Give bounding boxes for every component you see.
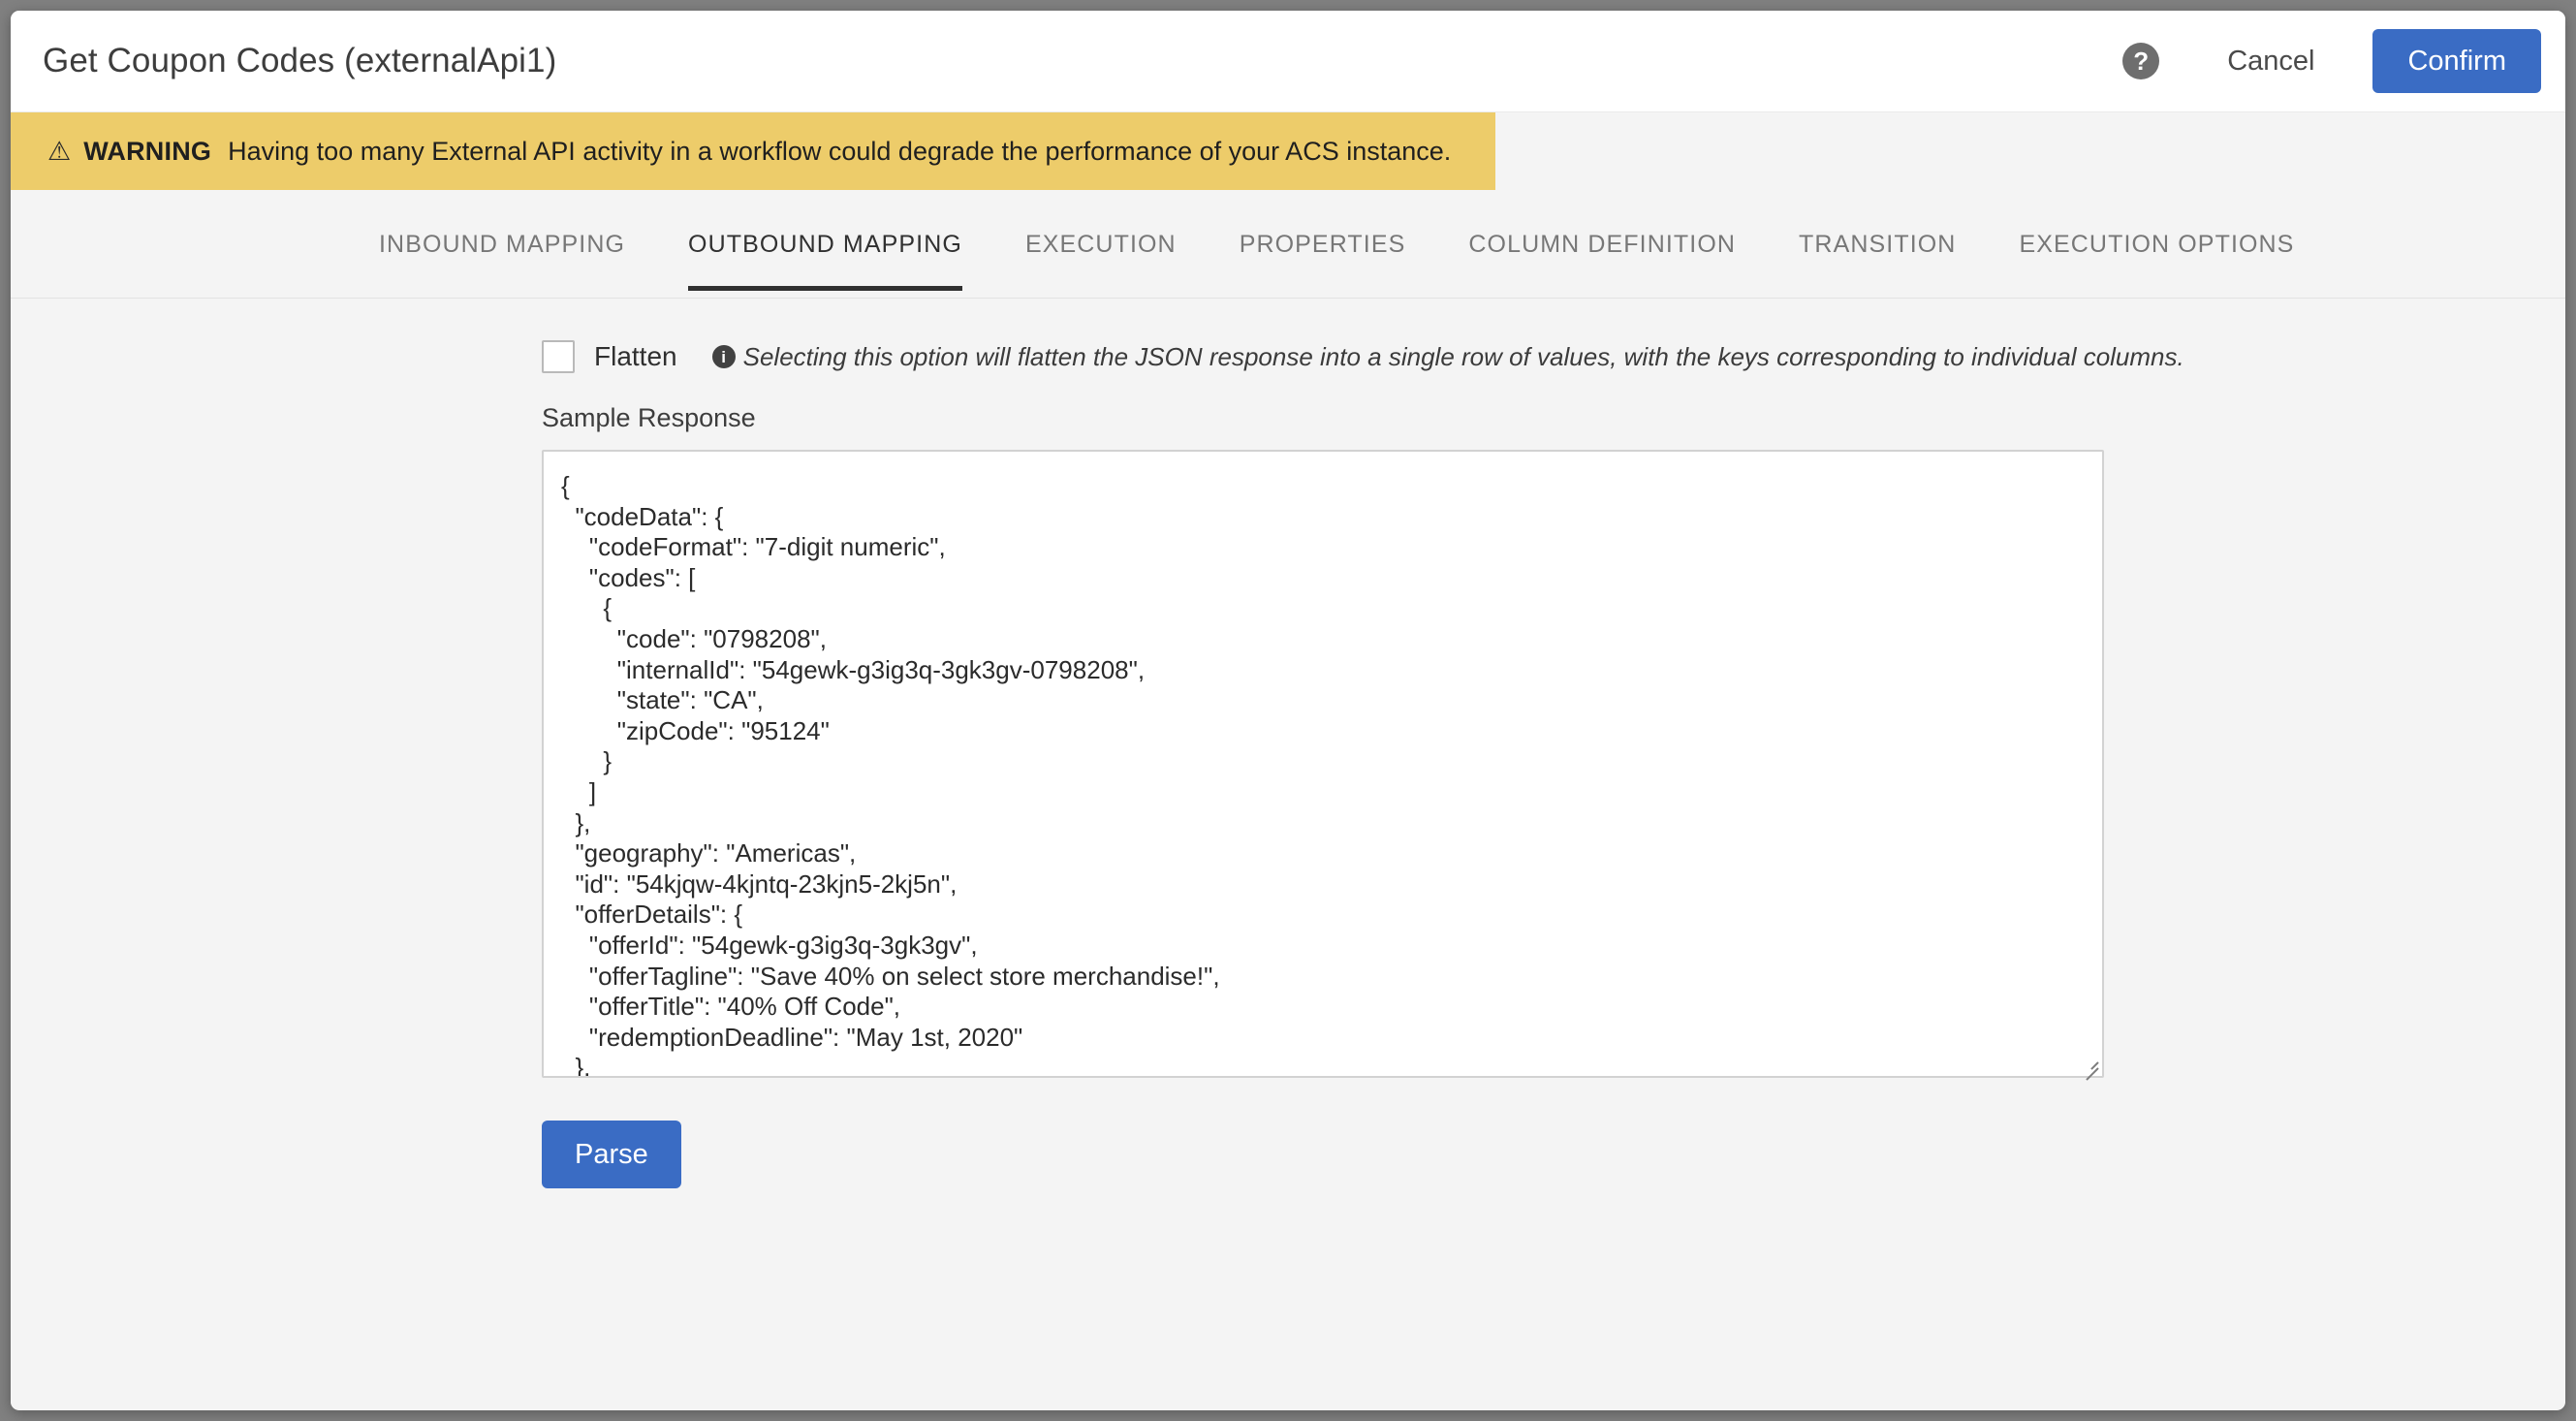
- parse-button[interactable]: Parse: [542, 1121, 681, 1188]
- flatten-checkbox[interactable]: [542, 340, 575, 373]
- tab-transition[interactable]: TRANSITION: [1799, 198, 1956, 290]
- sample-response-textarea[interactable]: { "codeData": { "codeFormat": "7-digit n…: [542, 450, 2104, 1078]
- external-api-modal: Get Coupon Codes (externalApi1) ? Cancel…: [11, 11, 2565, 1410]
- titlebar-actions: ? Cancel Confirm: [2122, 29, 2541, 93]
- tab-execution-options[interactable]: EXECUTION OPTIONS: [2019, 198, 2294, 290]
- warning-banner: ⚠ WARNING Having too many External API a…: [11, 112, 1495, 190]
- tab-outbound-mapping[interactable]: OUTBOUND MAPPING: [688, 198, 962, 291]
- outbound-mapping-panel: Flatten i Selecting this option will fla…: [11, 299, 2565, 1409]
- tab-inbound-mapping[interactable]: INBOUND MAPPING: [379, 198, 625, 290]
- modal-titlebar: Get Coupon Codes (externalApi1) ? Cancel…: [11, 11, 2565, 112]
- sample-response-label: Sample Response: [542, 403, 756, 432]
- page-title: Get Coupon Codes (externalApi1): [43, 42, 557, 79]
- flatten-hint-text: Selecting this option will flatten the J…: [742, 341, 2184, 371]
- warning-label: WARNING: [83, 136, 212, 166]
- info-circle-icon[interactable]: i: [711, 345, 736, 368]
- warning-message: Having too many External API activity in…: [228, 136, 1452, 166]
- warning-triangle-icon: ⚠: [47, 136, 72, 166]
- cancel-button[interactable]: Cancel: [2206, 32, 2336, 91]
- sample-response-wrapper: { "codeData": { "codeFormat": "7-digit n…: [542, 450, 2104, 1081]
- confirm-button[interactable]: Confirm: [2372, 29, 2541, 93]
- tab-properties[interactable]: PROPERTIES: [1240, 198, 1406, 290]
- tab-column-definition[interactable]: COLUMN DEFINITION: [1468, 198, 1736, 290]
- tab-execution[interactable]: EXECUTION: [1025, 198, 1177, 290]
- tab-bar: INBOUND MAPPING OUTBOUND MAPPING EXECUTI…: [11, 190, 2565, 299]
- flatten-label: Flatten: [594, 341, 677, 371]
- help-circle-icon[interactable]: ?: [2122, 43, 2160, 79]
- flatten-row: Flatten i Selecting this option will fla…: [542, 328, 2565, 386]
